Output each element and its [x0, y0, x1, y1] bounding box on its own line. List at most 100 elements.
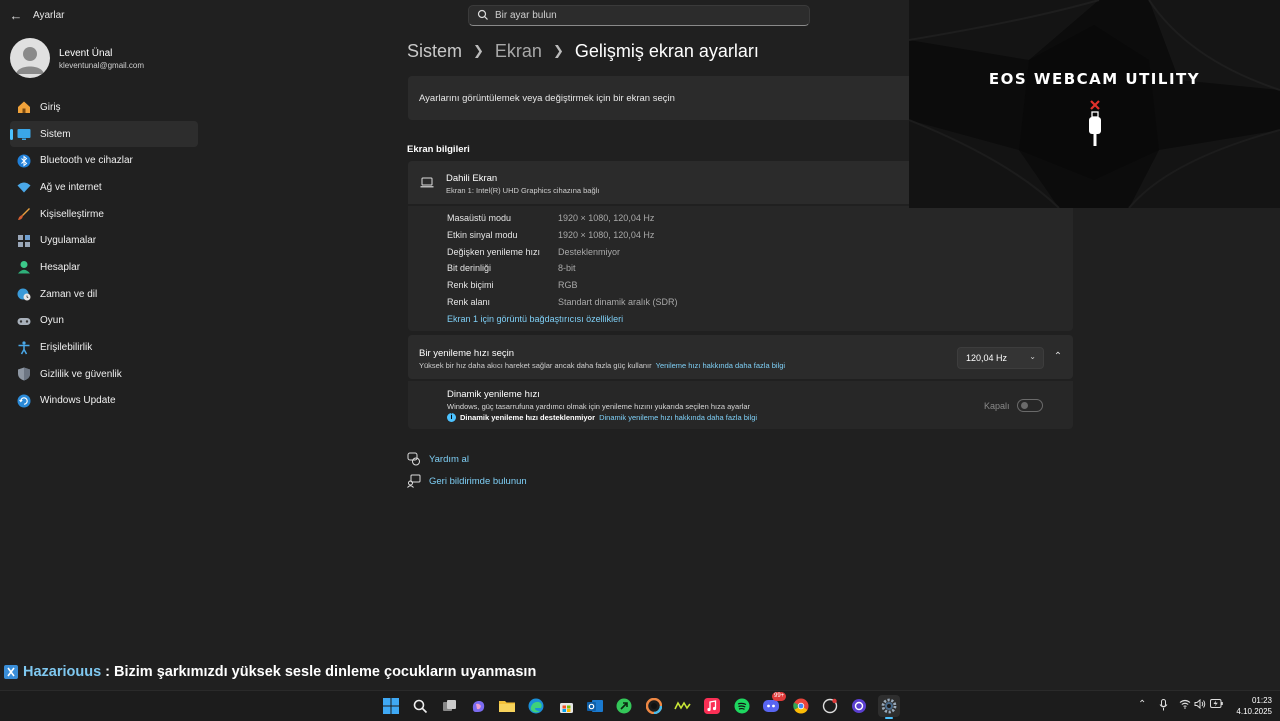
music-icon[interactable]	[701, 695, 723, 717]
microphone-icon[interactable]	[1159, 699, 1168, 714]
get-help-label: Yardım al	[429, 453, 469, 465]
breadcrumb: Sistem ❯ Ekran ❯ Gelişmiş ekran ayarları	[407, 38, 759, 64]
user-avatar-icon	[16, 47, 44, 74]
task-view-icon[interactable]	[438, 695, 460, 717]
refresh-rate-title: Bir yenileme hızı seçin	[419, 348, 515, 359]
dynamic-refresh-title: Dinamik yenileme hızı	[447, 389, 540, 400]
app-icon[interactable]	[672, 695, 694, 717]
info-label: Renk biçimi	[447, 280, 494, 290]
info-label: Masaüstü modu	[447, 213, 512, 223]
bluetooth-icon	[17, 154, 31, 168]
webcam-overlay: EOS WEBCAM UTILITY	[909, 0, 1280, 208]
search-icon	[477, 9, 488, 20]
user-email: kleventunal@gmail.com	[59, 61, 145, 70]
search-box[interactable]	[468, 5, 810, 26]
caption-separator: :	[105, 664, 111, 680]
refresh-rate-learn-link[interactable]: Yenileme hızı hakkında daha fazla bilgi	[656, 361, 785, 370]
taskbar: 99+ ⌃ 01:23 4.10.2025	[0, 690, 1280, 721]
update-icon	[17, 394, 31, 408]
dynamic-refresh-card: Dinamik yenileme hızı Windows, güç tasar…	[408, 381, 1073, 429]
refresh-rate-subtitle: Yüksek bir hız daha akıcı hareket sağlar…	[419, 361, 785, 370]
sidebar-item-accounts[interactable]: Hesaplar	[10, 254, 198, 281]
sidebar-item-label: Kişiselleştirme	[40, 208, 104, 220]
apps-icon	[17, 234, 31, 248]
adapter-properties-link[interactable]: Ekran 1 için görüntü bağdaştırıcısı özel…	[447, 314, 623, 324]
feedback-link[interactable]: Geri bildirimde bulunun	[407, 474, 527, 488]
app-icon[interactable]	[819, 695, 841, 717]
sidebar-item-time-language[interactable]: Zaman ve dil	[10, 281, 198, 308]
outlook-icon[interactable]	[584, 695, 606, 717]
sidebar-item-label: Bluetooth ve cihazlar	[40, 155, 133, 167]
brush-icon	[17, 207, 31, 221]
get-help-link[interactable]: Yardım al	[407, 452, 469, 466]
globe-clock-icon	[17, 287, 31, 301]
sidebar-item-home[interactable]: Giriş	[10, 94, 198, 121]
dynamic-refresh-toggle[interactable]	[1017, 399, 1043, 412]
page-title: Gelişmiş ekran ayarları	[574, 40, 759, 61]
avatar[interactable]	[10, 38, 50, 78]
sidebar-nav: Giriş Sistem Bluetooth ve cihazlar Ağ ve…	[10, 94, 198, 414]
clock-time: 01:23	[1251, 696, 1272, 705]
app-icon[interactable]	[848, 695, 870, 717]
chevron-up-icon[interactable]: ⌃	[1049, 347, 1067, 367]
info-value: 1920 × 1080, 120,04 Hz	[558, 230, 655, 240]
network-icon	[17, 180, 31, 194]
dynamic-refresh-learn-link[interactable]: Dinamik yenileme hızı hakkında daha fazl…	[599, 413, 757, 422]
sidebar-item-network[interactable]: Ağ ve internet	[10, 174, 198, 201]
clock[interactable]: 01:23 4.10.2025	[1222, 695, 1272, 717]
info-row: Masaüstü modu 1920 × 1080, 120,04 Hz	[447, 213, 654, 227]
dynamic-refresh-subtitle: Windows, güç tasarrufuna yardımcı olmak …	[447, 402, 751, 411]
wifi-icon[interactable]	[1179, 699, 1191, 712]
sidebar-item-windows-update[interactable]: Windows Update	[10, 388, 198, 415]
sidebar-item-system[interactable]: Sistem	[10, 120, 198, 148]
toggle-label: Kapalı	[984, 401, 1010, 411]
sidebar-item-gaming[interactable]: Oyun	[10, 308, 198, 335]
store-icon[interactable]	[555, 695, 577, 717]
discord-icon[interactable]: 99+	[760, 692, 787, 717]
sidebar-item-privacy[interactable]: Gizlilik ve güvenlik	[10, 361, 198, 388]
sidebar-item-label: Erişilebilirlik	[40, 342, 93, 354]
chevron-up-icon[interactable]: ⌃	[1138, 699, 1146, 710]
app-icon[interactable]	[613, 695, 635, 717]
file-explorer-icon[interactable]	[496, 695, 518, 717]
volume-icon[interactable]	[1194, 698, 1206, 712]
breadcrumb-system[interactable]: Sistem	[407, 41, 462, 62]
feedback-label: Geri bildirimde bulunun	[429, 475, 527, 487]
refresh-rate-value: 120,04 Hz	[966, 353, 1008, 363]
feedback-icon	[407, 474, 421, 488]
display-info-details: Masaüstü modu 1920 × 1080, 120,04 Hz Etk…	[408, 206, 1073, 331]
settings-icon[interactable]	[878, 695, 900, 719]
select-display-text: Ayarlarını görüntülemek veya değiştirmek…	[419, 93, 675, 104]
info-row: Değişken yenileme hızı Desteklenmiyor	[447, 247, 620, 261]
color-icon[interactable]	[643, 695, 665, 717]
info-value: Desteklenmiyor	[558, 247, 621, 257]
info-value: 1920 × 1080, 120,04 Hz	[558, 213, 655, 223]
sidebar-item-accessibility[interactable]: Erişilebilirlik	[10, 334, 198, 361]
start-icon[interactable]	[380, 695, 402, 717]
copilot-icon[interactable]	[467, 695, 489, 717]
laptop-icon	[420, 177, 434, 188]
chrome-icon[interactable]	[790, 695, 812, 717]
display-subtitle: Ekran 1: Intel(R) UHD Graphics cihazına …	[446, 186, 600, 195]
music-note-icon	[4, 665, 18, 679]
shield-icon	[17, 367, 31, 381]
back-arrow-icon[interactable]: ←	[8, 8, 24, 24]
help-icon	[407, 452, 420, 466]
sidebar-item-bluetooth[interactable]: Bluetooth ve cihazlar	[10, 147, 198, 174]
breadcrumb-display[interactable]: Ekran	[495, 41, 542, 62]
sidebar-item-personalization[interactable]: Kişiselleştirme	[10, 201, 198, 228]
search-input[interactable]	[495, 6, 795, 25]
sidebar-item-label: Oyun	[40, 315, 64, 327]
sidebar-item-apps[interactable]: Uygulamalar	[10, 227, 198, 254]
spotify-icon[interactable]	[731, 695, 753, 717]
refresh-rate-dropdown[interactable]: 120,04 Hz ⌄	[957, 347, 1044, 369]
info-value: RGB	[558, 280, 578, 290]
info-label: Renk alanı	[447, 297, 491, 307]
sidebar-item-label: Hesaplar	[40, 261, 81, 273]
info-value: Standart dinamik aralık (SDR)	[558, 297, 678, 307]
search-icon[interactable]	[409, 695, 431, 717]
now-playing-caption: Hazariouus : Bizim şarkımızdı yüksek ses…	[4, 664, 536, 680]
edge-icon[interactable]	[525, 695, 547, 717]
caption-artist: Hazariouus	[23, 664, 102, 680]
account-icon	[17, 260, 31, 274]
